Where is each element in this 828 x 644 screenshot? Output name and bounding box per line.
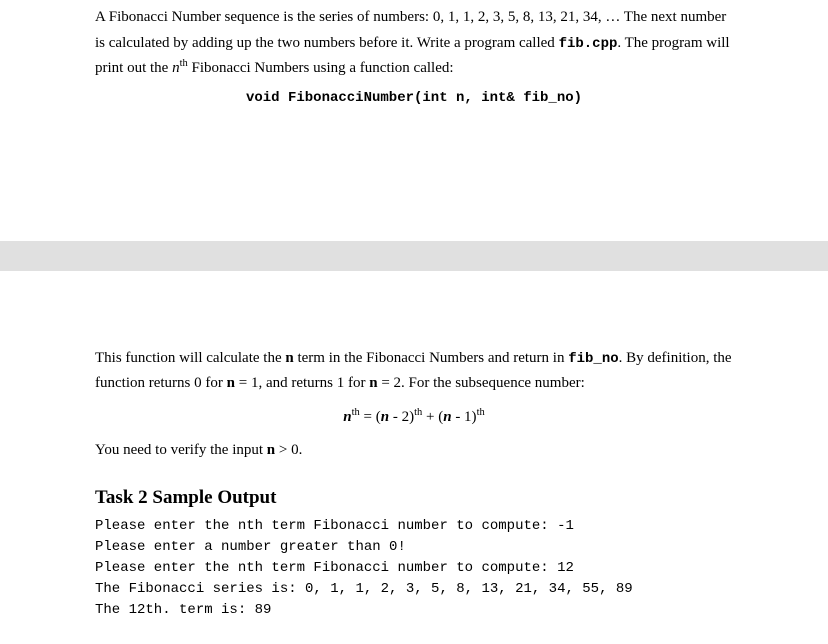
detail-n3: n [369,375,377,391]
detail-text-a: This function will calculate the [95,350,285,366]
code-fibno: fib_no [568,351,618,367]
intro-n: n [172,60,180,76]
output-line-1: Please enter the nth term Fibonacci numb… [95,518,574,534]
intro-block: A Fibonacci Number sequence is the serie… [0,0,828,131]
function-signature: void FibonacciNumber(int n, int& fib_no) [95,87,733,111]
verify-text-b: > 0. [275,442,302,458]
detail-n1: n [285,350,293,366]
output-line-5: The 12th. term is: 89 [95,602,271,618]
output-line-4: The Fibonacci series is: 0, 1, 1, 2, 3, … [95,581,633,597]
intro-paragraph: A Fibonacci Number sequence is the serie… [95,5,733,82]
verify-text-a: You need to verify the input [95,442,267,458]
gap-above-separator [0,131,828,241]
formula-n2: n [381,409,389,425]
formula-plus: + ( [422,409,443,425]
intro-text-c: Fibonacci Numbers using a function calle… [188,60,454,76]
formula-n3: n [443,409,451,425]
detail-text-b: term in the Fibonacci Numbers and return… [294,350,569,366]
formula-m2: - 2) [389,409,414,425]
formula-m1: - 1) [452,409,477,425]
detail-n2: n [227,375,235,391]
code-filename: fib.cpp [559,36,618,52]
output-line-2: Please enter a number greater than 0! [95,539,406,555]
formula-n: n [343,409,351,425]
detail-text-d: = 1, and returns 1 for [235,375,369,391]
formula-eq: = ( [360,409,381,425]
formula-th1: th [352,407,360,418]
intro-th: th [180,58,188,69]
detail-text-e: = 2. For the subsequence number: [378,375,585,391]
formula-th3: th [477,407,485,418]
output-line-3: Please enter the nth term Fibonacci numb… [95,560,574,576]
sample-output-block: Please enter the nth term Fibonacci numb… [95,516,733,621]
page-separator [0,241,828,271]
verify-paragraph: You need to verify the input n > 0. [95,438,733,464]
verify-n: n [267,442,275,458]
gap-below-separator [0,271,828,341]
detail-paragraph: This function will calculate the n term … [95,346,733,397]
sample-output-heading: Task 2 Sample Output [95,482,733,514]
detail-block: This function will calculate the n term … [0,341,828,637]
formula: nth = (n - 2)th + (n - 1)th [95,405,733,431]
